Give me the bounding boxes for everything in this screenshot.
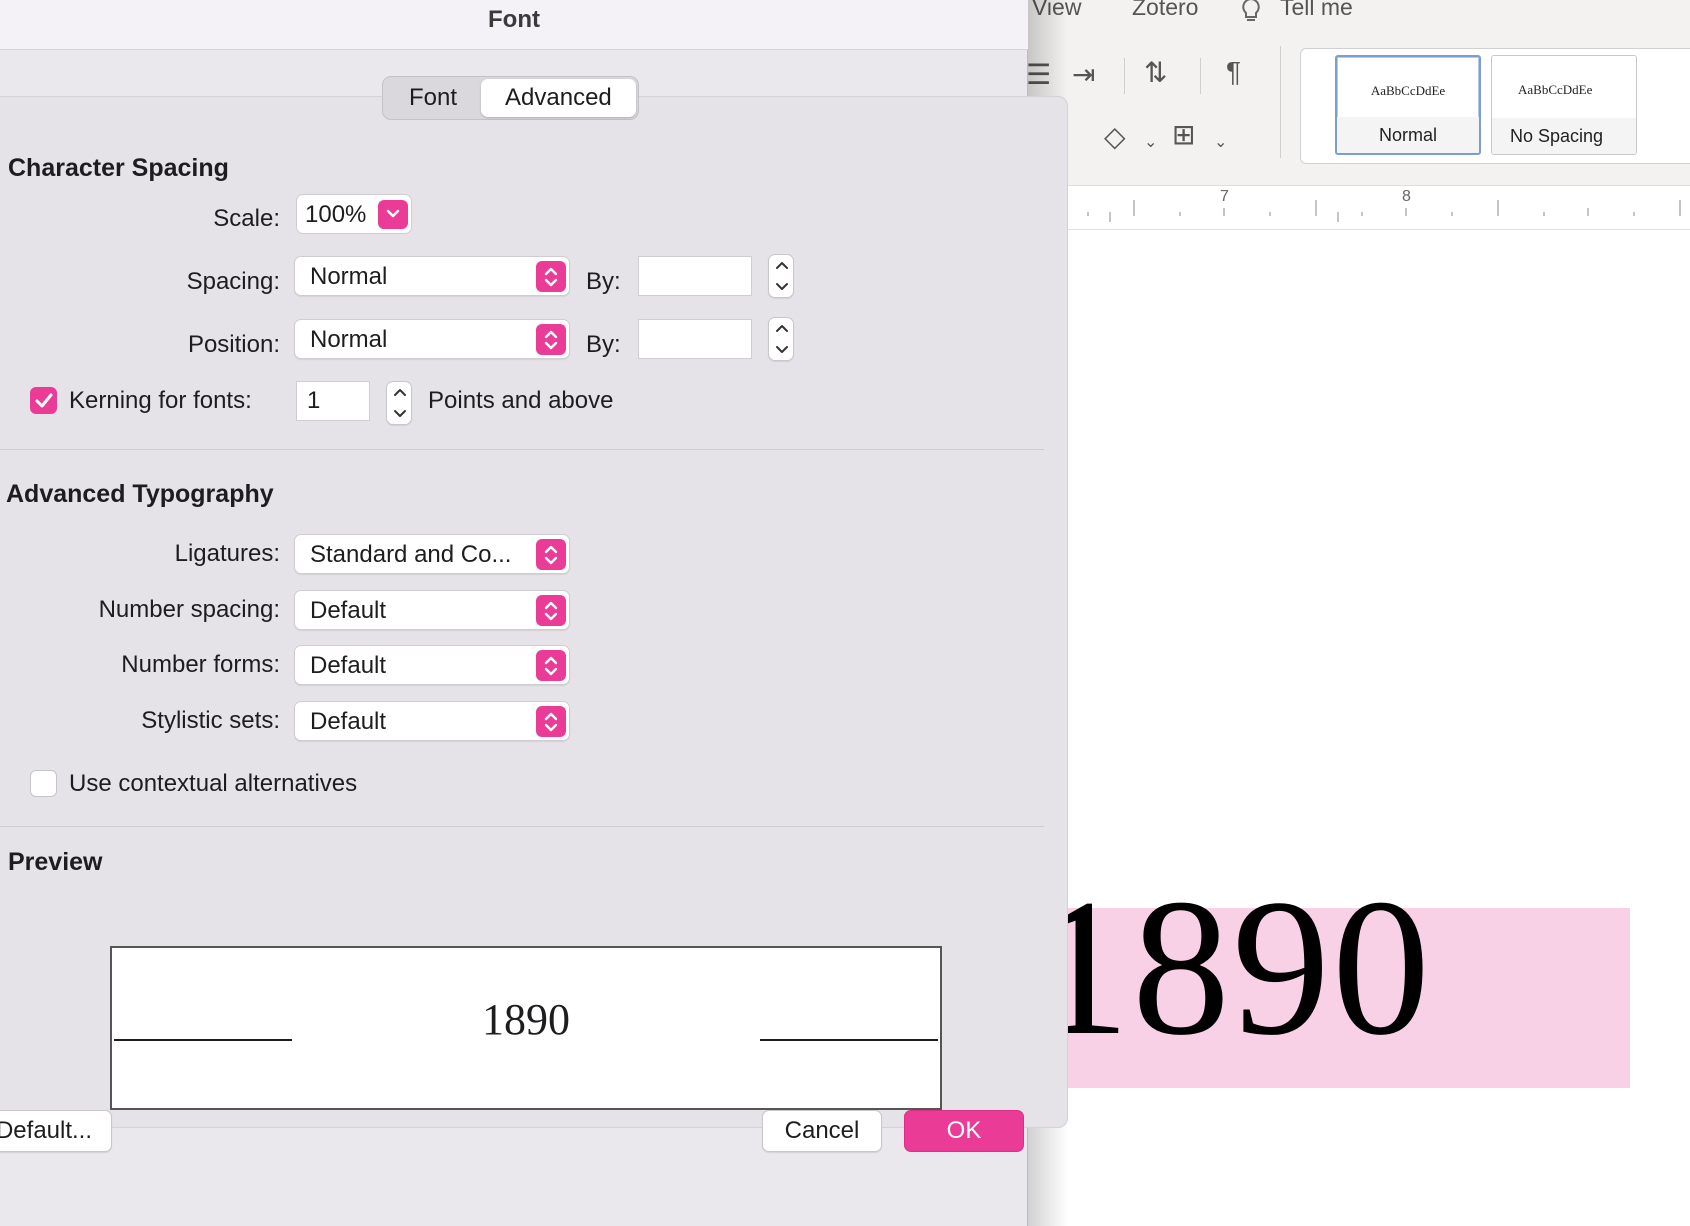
scale-combo[interactable]: 100% xyxy=(296,194,412,234)
chevron-down-icon[interactable] xyxy=(378,200,408,229)
default-button[interactable]: Default... xyxy=(0,1110,112,1152)
ruler-number: 7 xyxy=(1220,188,1229,205)
scale-label: Scale: xyxy=(213,205,280,232)
borders-icon[interactable]: ⊞ xyxy=(1172,118,1195,151)
ligatures-popup[interactable]: Standard and Co... xyxy=(294,534,570,574)
kerning-stepper[interactable] xyxy=(386,381,412,425)
up-down-chevron-icon xyxy=(536,595,566,626)
kerning-label: Kerning for fonts: xyxy=(69,387,252,414)
position-by-stepper[interactable] xyxy=(768,317,794,361)
stylistic-sets-popup[interactable]: Default xyxy=(294,701,570,741)
word-document-window: View Zotero Tell me ☰ ⇥ ⇅ ¶ ☰ ⌄ ◇ ⌄ ⊞ ⌄ … xyxy=(1028,0,1690,1226)
dialog-title: Font xyxy=(488,6,540,33)
shading-icon[interactable]: ◇ xyxy=(1104,120,1126,153)
position-value: Normal xyxy=(310,326,388,353)
ribbon: View Zotero Tell me ☰ ⇥ ⇅ ¶ ☰ ⌄ ◇ ⌄ ⊞ ⌄ … xyxy=(1028,0,1690,186)
kerning-input[interactable]: 1 xyxy=(296,381,370,421)
increase-indent-icon[interactable]: ⇥ xyxy=(1072,58,1095,91)
preview-box: 1890 xyxy=(110,946,942,1110)
kerning-suffix: Points and above xyxy=(428,387,614,414)
document-text[interactable]: 1890 xyxy=(1032,870,1432,1066)
baseline-right xyxy=(760,1039,938,1041)
ok-button[interactable]: OK xyxy=(904,1110,1024,1152)
number-spacing-popup[interactable]: Default xyxy=(294,590,570,630)
contextual-alternatives-label: Use contextual alternatives xyxy=(69,770,358,797)
font-dialog: Font Font Advanced Character Spacing Sca… xyxy=(0,0,1068,1226)
chevron-down-icon[interactable]: ⌄ xyxy=(1214,132,1227,152)
section-divider xyxy=(0,826,1044,827)
spacing-label: Spacing: xyxy=(186,268,280,295)
position-by-label: By: xyxy=(586,331,621,358)
spacing-by-input[interactable] xyxy=(638,256,752,296)
position-by-input[interactable] xyxy=(638,319,752,359)
number-forms-value: Default xyxy=(310,652,387,679)
title-bar[interactable]: Font xyxy=(0,0,1028,50)
section-divider xyxy=(0,449,1044,450)
up-down-chevron-icon xyxy=(536,706,566,737)
up-down-chevron-icon xyxy=(536,650,566,681)
tab-font[interactable]: Font xyxy=(385,79,481,117)
style-card-no-spacing[interactable]: AaBbCcDdEe No Spacing xyxy=(1491,55,1637,155)
position-popup[interactable]: Normal xyxy=(294,319,570,359)
horizontal-ruler[interactable]: 6 7 8 xyxy=(1028,186,1690,230)
scale-value: 100% xyxy=(305,201,367,228)
spacing-popup[interactable]: Normal xyxy=(294,256,570,296)
advanced-typography-heading: Advanced Typography xyxy=(6,480,274,508)
preview-heading: Preview xyxy=(8,848,103,876)
number-forms-popup[interactable]: Default xyxy=(294,645,570,685)
up-down-chevron-icon xyxy=(536,261,566,292)
lightbulb-icon xyxy=(1242,0,1260,21)
ribbon-tab-zotero[interactable]: Zotero xyxy=(1132,0,1198,21)
up-down-chevron-icon xyxy=(536,539,566,570)
up-down-chevron-icon xyxy=(536,324,566,355)
stylistic-sets-value: Default xyxy=(310,708,387,735)
number-spacing-label: Number spacing: xyxy=(98,596,280,623)
number-spacing-value: Default xyxy=(310,597,387,624)
kerning-checkbox[interactable] xyxy=(30,387,57,414)
ligatures-value: Standard and Co... xyxy=(310,541,512,568)
spacing-by-stepper[interactable] xyxy=(768,254,794,298)
style-name: Normal xyxy=(1337,117,1479,153)
ruler-ticks xyxy=(1041,200,1681,222)
chevron-down-icon[interactable]: ⌄ xyxy=(1144,132,1157,152)
style-sample: AaBbCcDdEe xyxy=(1370,83,1446,98)
contextual-alternatives-checkbox[interactable] xyxy=(30,770,57,797)
stylistic-sets-label: Stylistic sets: xyxy=(141,707,280,734)
styles-gallery: AaBbCcDdEe Normal AaBbCcDdEe No Spacing xyxy=(1300,48,1690,164)
style-card-normal[interactable]: AaBbCcDdEe Normal xyxy=(1335,55,1481,155)
position-label: Position: xyxy=(187,331,280,358)
cancel-button[interactable]: Cancel xyxy=(762,1110,882,1152)
sort-icon[interactable]: ⇅ xyxy=(1144,56,1167,89)
preview-text: 1890 xyxy=(482,995,570,1044)
number-forms-label: Number forms: xyxy=(121,651,280,678)
spacing-by-label: By: xyxy=(586,268,621,295)
spacing-value: Normal xyxy=(310,263,388,290)
tab-bar: Font Advanced xyxy=(382,76,639,120)
character-spacing-heading: Character Spacing xyxy=(8,154,229,182)
pilcrow-icon[interactable]: ¶ xyxy=(1226,56,1241,88)
ruler-number: 8 xyxy=(1402,188,1411,205)
ligatures-label: Ligatures: xyxy=(174,540,280,567)
ribbon-tab-tell-me[interactable]: Tell me xyxy=(1280,0,1353,21)
tab-advanced[interactable]: Advanced xyxy=(481,79,636,117)
style-name: No Spacing xyxy=(1492,118,1636,154)
style-sample: AaBbCcDdEe xyxy=(1518,82,1593,97)
